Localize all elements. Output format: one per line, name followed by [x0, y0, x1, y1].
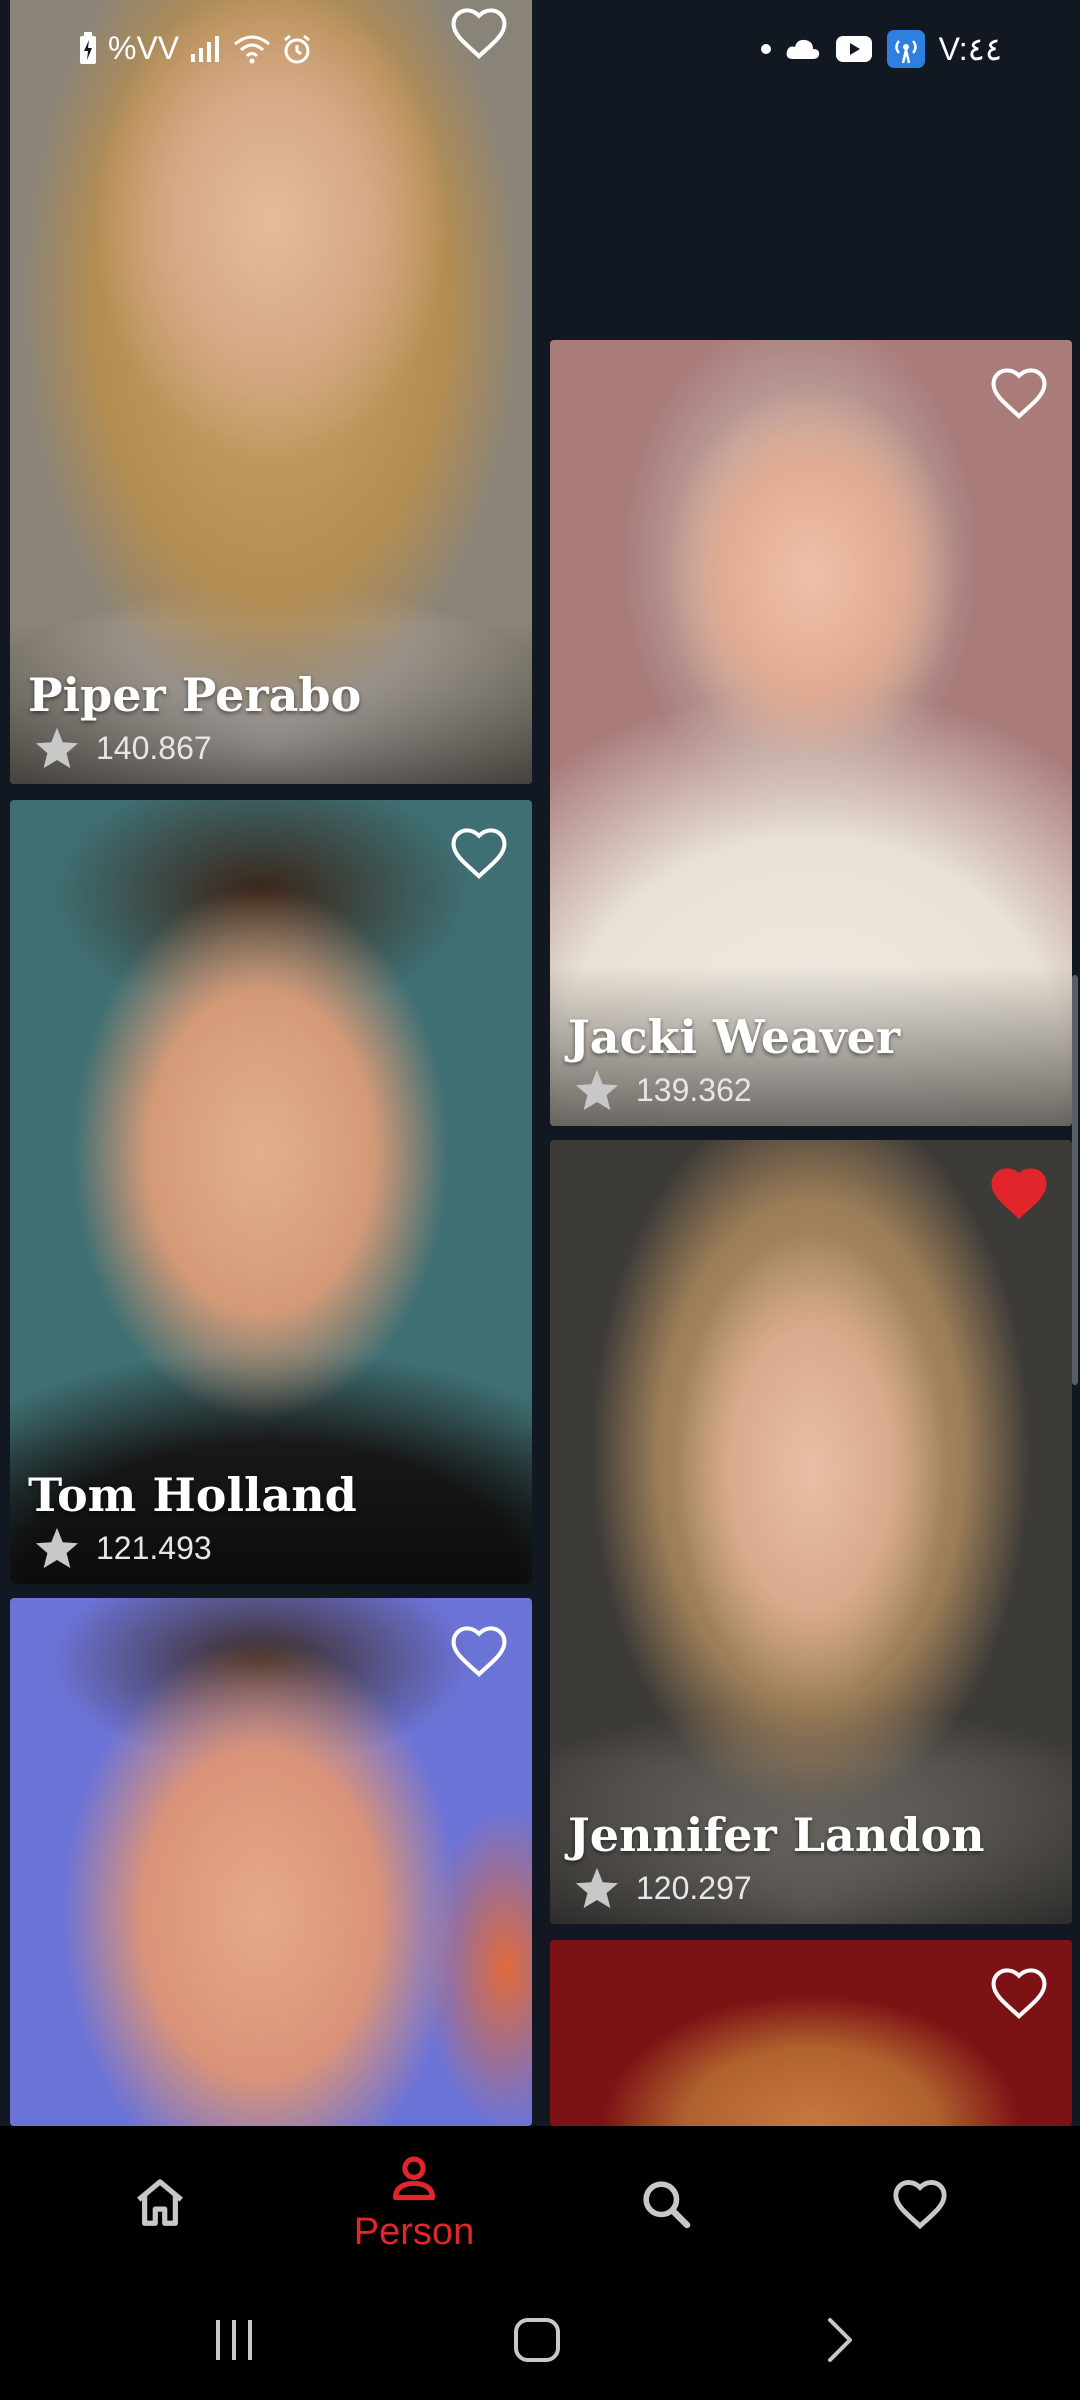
- rating-value: 139.362: [636, 1071, 752, 1108]
- person-rating: 121.493: [34, 1526, 212, 1570]
- person-name: Piper Perabo: [28, 668, 362, 722]
- heart-icon: [893, 2180, 947, 2230]
- person-rating: 140.867: [34, 726, 212, 770]
- back-chevron-icon[interactable]: [822, 2316, 858, 2364]
- person-card[interactable]: Piper Perabo 140.867: [10, 0, 532, 784]
- person-card[interactable]: Jacki Weaver 139.362: [550, 340, 1072, 1126]
- favorite-heart-icon[interactable]: [988, 1964, 1050, 2020]
- system-navigation-bar: [0, 2300, 1080, 2380]
- home-button-icon[interactable]: [512, 2316, 562, 2364]
- rating-value: 120.297: [636, 1869, 752, 1906]
- person-card[interactable]: [550, 1940, 1072, 2126]
- scrollbar[interactable]: [1072, 975, 1078, 1385]
- clock: V:٤٤: [938, 31, 1002, 67]
- star-icon: [35, 727, 79, 769]
- nav-person[interactable]: Person: [334, 2152, 494, 2254]
- favorite-heart-icon[interactable]: [988, 364, 1050, 420]
- battery-charging-icon: [80, 31, 96, 64]
- person-card[interactable]: Tom Holland 121.493: [10, 800, 532, 1584]
- person-name: Jacki Weaver: [568, 1010, 901, 1064]
- star-icon: [575, 1069, 619, 1111]
- hotspot-icon: [886, 30, 925, 68]
- star-icon: [575, 1867, 619, 1909]
- favorite-heart-icon[interactable]: [448, 1622, 510, 1678]
- person-rating: 139.362: [574, 1068, 752, 1112]
- favorite-heart-icon[interactable]: [988, 1164, 1050, 1220]
- person-card[interactable]: [10, 1598, 532, 2126]
- person-icon: [392, 2156, 436, 2201]
- signal-icon: [191, 35, 220, 62]
- person-card[interactable]: Jennifer Landon 120.297: [550, 1140, 1072, 1924]
- status-bar: %VV V:٤٤: [0, 0, 1080, 100]
- favorite-heart-icon[interactable]: [448, 824, 510, 880]
- nav-home[interactable]: [80, 2176, 240, 2233]
- alarm-icon: [284, 34, 311, 63]
- notification-dot-icon: [760, 44, 771, 54]
- search-icon: [643, 2181, 691, 2229]
- status-right: V:٤٤: [760, 30, 1002, 68]
- nav-person-label: Person: [353, 2211, 475, 2253]
- nav-favorites[interactable]: [840, 2176, 1000, 2235]
- home-icon: [137, 2179, 183, 2226]
- person-rating: 120.297: [574, 1866, 752, 1910]
- rating-value: 140.867: [96, 729, 212, 766]
- battery-percentage: %VV: [108, 30, 180, 66]
- recent-apps-icon[interactable]: [210, 2318, 258, 2362]
- wifi-icon: [234, 35, 271, 63]
- status-left: %VV: [78, 30, 313, 67]
- rating-value: 121.493: [96, 1529, 212, 1566]
- person-name: Tom Holland: [28, 1468, 357, 1522]
- nav-search[interactable]: [586, 2176, 746, 2237]
- cloud-icon: [786, 39, 819, 59]
- youtube-icon: [835, 36, 872, 62]
- star-icon: [35, 1527, 79, 1569]
- person-name: Jennifer Landon: [568, 1808, 985, 1862]
